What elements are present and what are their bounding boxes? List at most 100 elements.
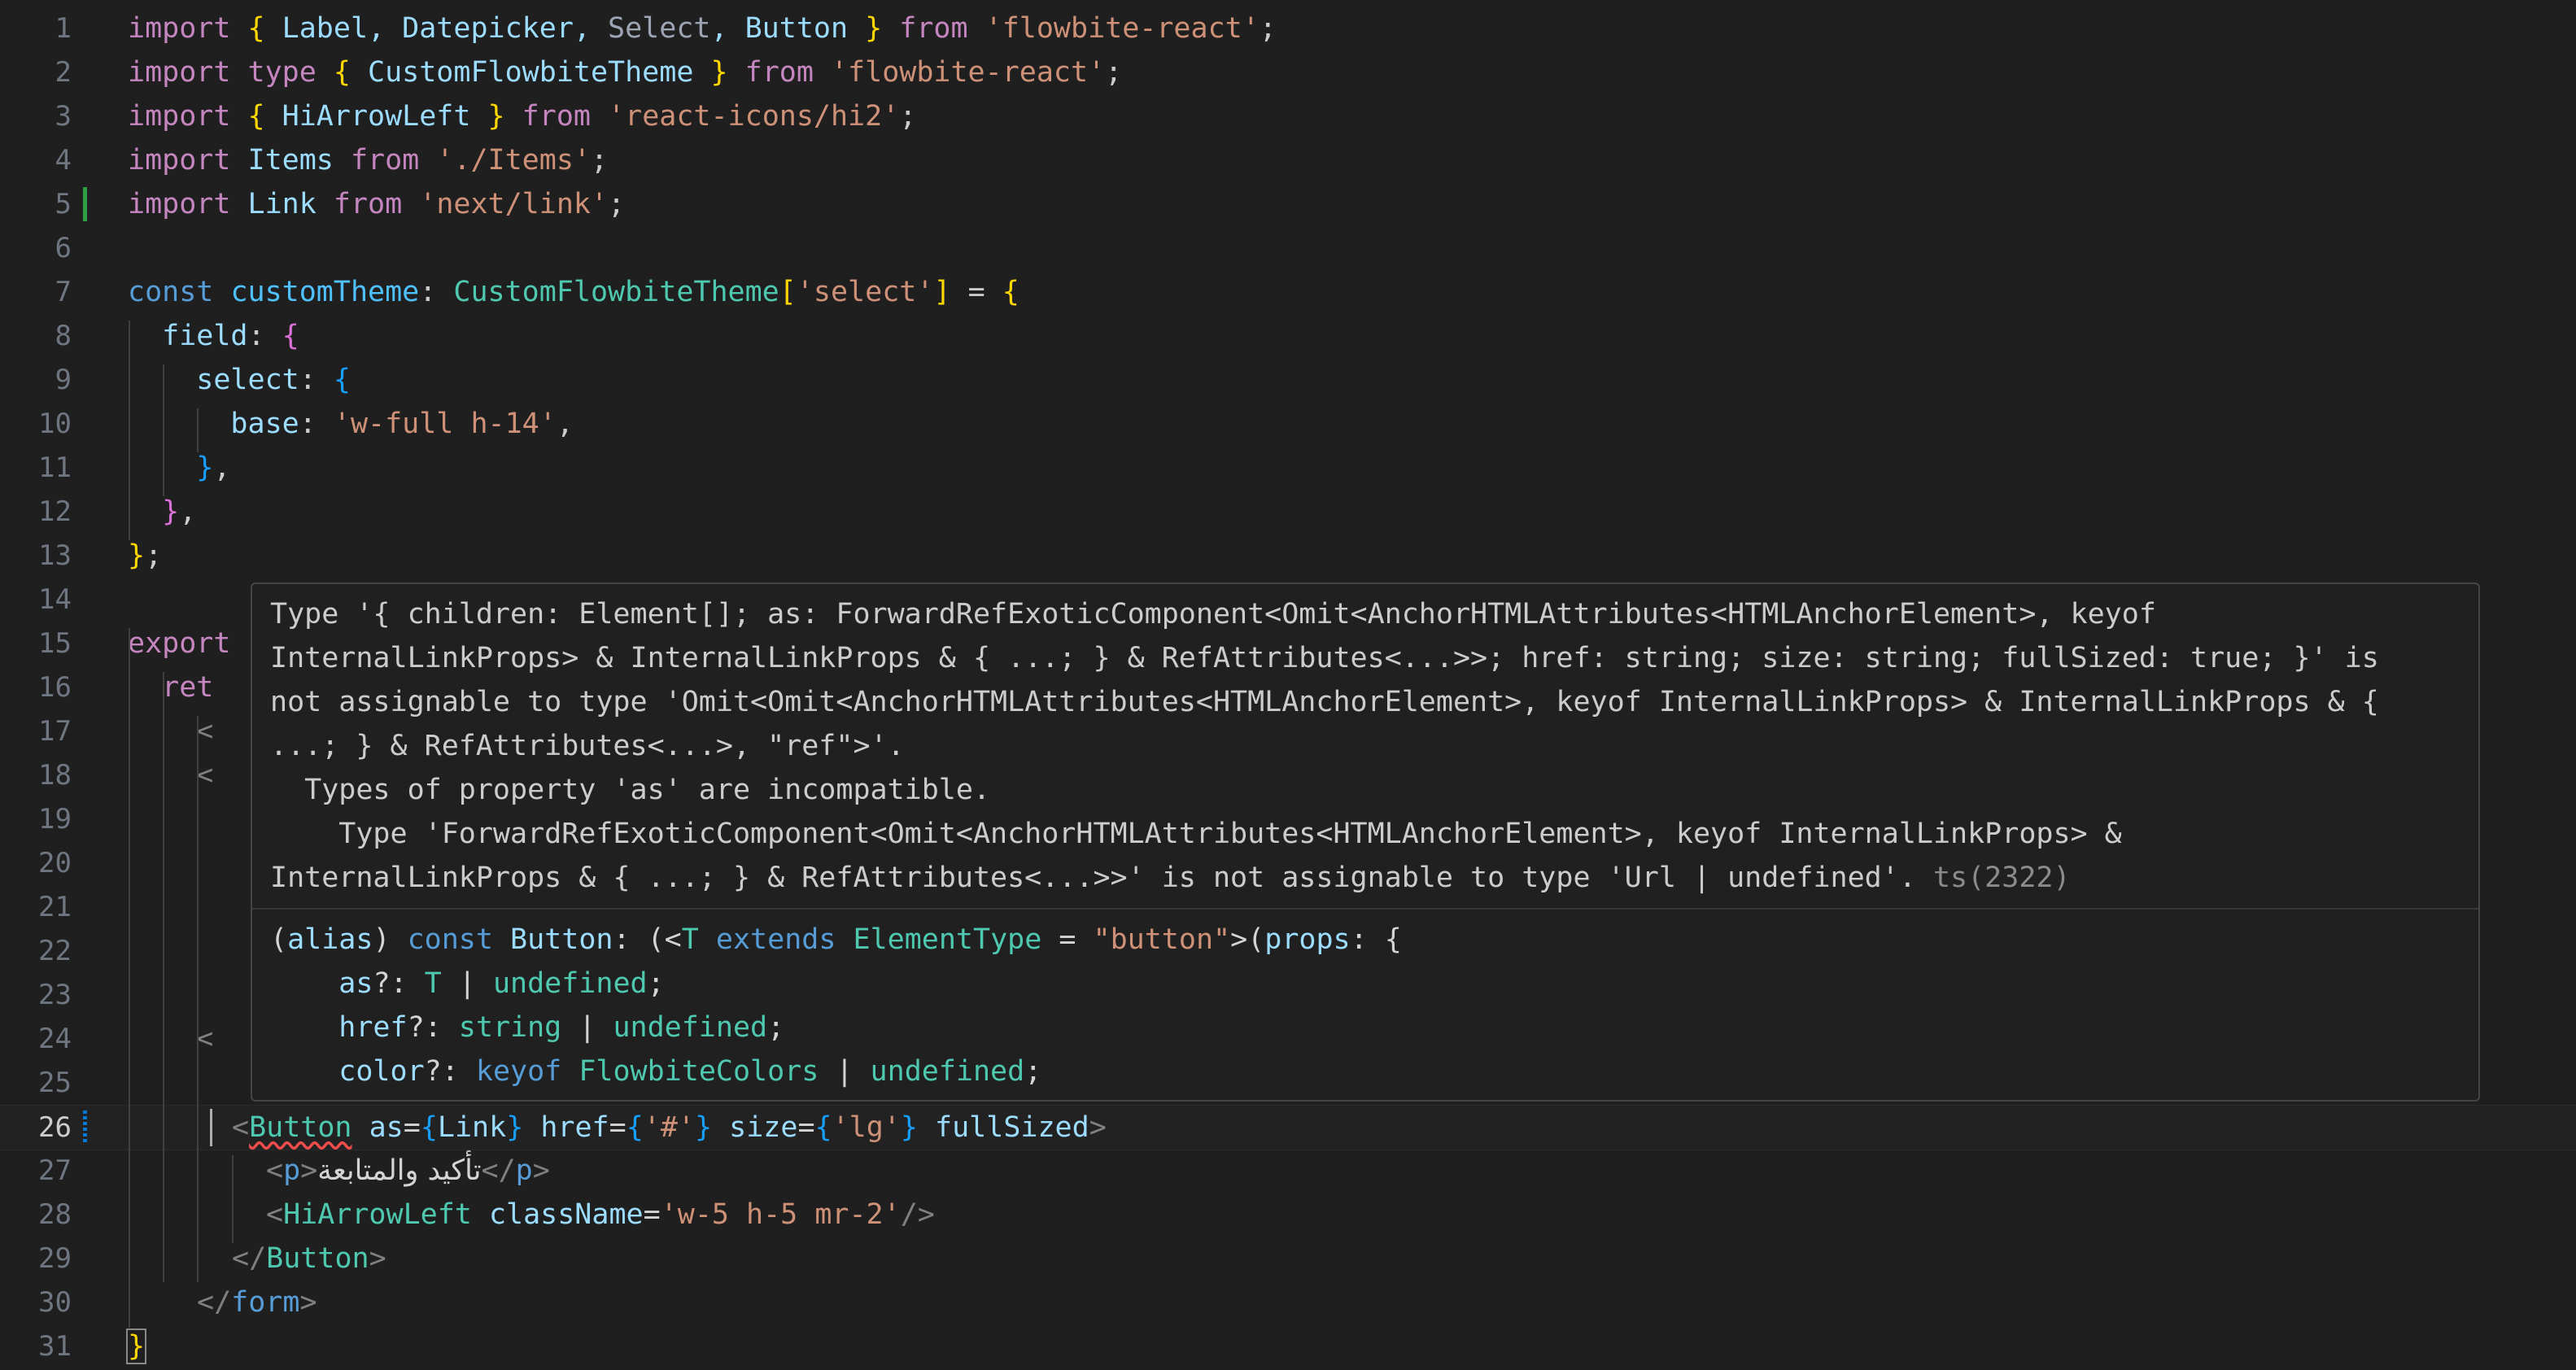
indent-guide	[197, 408, 199, 452]
code-line[interactable]: 10 base: 'w-full h-14',	[0, 402, 2576, 446]
error-message-line: Type '{ children: Element[]; as: Forward…	[270, 598, 2156, 630]
error-message-line: InternalLinkProps> & InternalLinkProps &…	[270, 642, 2379, 674]
indent-guide	[163, 672, 164, 1282]
hover-error-section: Type '{ children: Element[]; as: Forward…	[252, 584, 2478, 908]
line-number: 21	[38, 891, 72, 923]
line-number: 17	[38, 715, 72, 748]
git-added-marker[interactable]	[83, 187, 87, 221]
line-number: 14	[38, 583, 72, 616]
line-number: 12	[38, 495, 72, 528]
line-number: 28	[38, 1198, 72, 1231]
code-text[interactable]: import { Label, Datepicker, Select, Butt…	[128, 7, 1277, 50]
code-line[interactable]: 1 import { Label, Datepicker, Select, Bu…	[0, 7, 2576, 50]
code-text[interactable]: base: 'w-full h-14',	[128, 402, 573, 446]
line-number: 24	[38, 1023, 72, 1055]
code-text[interactable]: </Button>	[232, 1237, 386, 1281]
code-text[interactable]: <HiArrowLeft className='w-5 h-5 mr-2'/>	[266, 1193, 935, 1237]
code-line[interactable]: 4 import Items from './Items';	[0, 138, 2576, 182]
line-number: 11	[38, 452, 72, 484]
git-modified-marker[interactable]	[83, 1110, 87, 1145]
code-text[interactable]: <	[128, 753, 213, 797]
line-number: 7	[55, 276, 72, 308]
indent-guide	[163, 364, 164, 496]
line-number: 9	[55, 364, 72, 396]
code-line[interactable]: 29 </Button>	[0, 1237, 2576, 1281]
text-cursor	[210, 1109, 212, 1146]
code-text[interactable]: select: {	[128, 358, 351, 402]
code-line[interactable]: 5 import Link from 'next/link';	[0, 182, 2576, 226]
code-line[interactable]: 6	[0, 226, 2576, 270]
code-line[interactable]: 12 },	[0, 490, 2576, 534]
line-number: 22	[38, 935, 72, 967]
code-text[interactable]: </form>	[197, 1281, 317, 1324]
indent-guide	[129, 628, 130, 1328]
code-text[interactable]: field: {	[128, 314, 299, 358]
code-text[interactable]: }	[125, 1324, 147, 1368]
line-number: 27	[38, 1154, 72, 1187]
code-text[interactable]: <	[128, 1017, 213, 1061]
line-number: 23	[38, 979, 72, 1011]
error-message-line: Types of property 'as' are incompatible.	[270, 774, 991, 806]
code-line[interactable]: 11 },	[0, 446, 2576, 490]
line-number: 31	[38, 1330, 72, 1363]
line-number: 29	[38, 1242, 72, 1275]
signature-line: as?: T | undefined;	[270, 967, 665, 1000]
error-message-line: ...; } & RefAttributes<...>, "ref">'.	[270, 730, 905, 762]
code-text[interactable]: <p>تأكيد والمتابعة</p>	[266, 1149, 550, 1193]
code-line[interactable]: 13 };	[0, 534, 2576, 578]
code-line[interactable]: 27 <p>تأكيد والمتابعة</p>	[0, 1149, 2576, 1193]
hover-separator	[252, 908, 2478, 910]
code-line[interactable]: 30 </form>	[0, 1281, 2576, 1324]
line-number: 13	[38, 539, 72, 572]
line-number: 10	[38, 408, 72, 440]
line-number: 20	[38, 847, 72, 879]
code-text[interactable]: };	[128, 534, 162, 578]
error-message-line: Type 'ForwardRefExoticComponent<Omit<Anc…	[270, 818, 2122, 850]
code-line[interactable]: 8 field: {	[0, 314, 2576, 358]
code-text[interactable]: <Button as={Link} href={'#'} size={'lg'}…	[232, 1106, 1107, 1150]
error-code[interactable]: ts(2322)	[1933, 862, 2071, 894]
signature-line: color?: keyof FlowbiteColors | undefined…	[270, 1055, 1042, 1088]
line-number: 4	[55, 144, 72, 177]
line-number: 19	[38, 803, 72, 836]
indent-guide	[129, 321, 130, 540]
code-line[interactable]: 2 import type { CustomFlowbiteTheme } fr…	[0, 50, 2576, 94]
error-message-line: not assignable to type 'Omit<Omit<Anchor…	[270, 686, 2379, 718]
error-message-line: InternalLinkProps & { ...; } & RefAttrib…	[270, 862, 2071, 894]
code-text[interactable]: import Items from './Items';	[128, 138, 608, 182]
error-squiggle: Button	[249, 1111, 352, 1144]
code-text[interactable]: import Link from 'next/link';	[128, 182, 625, 226]
code-text[interactable]: const customTheme: CustomFlowbiteTheme['…	[128, 270, 1019, 314]
code-text[interactable]: },	[128, 490, 196, 534]
line-number: 16	[38, 671, 72, 704]
line-number: 1	[55, 12, 72, 45]
code-line-current[interactable]: 26 <Button as={Link} href={'#'} size={'l…	[0, 1105, 2576, 1150]
code-line[interactable]: 3 import { HiArrowLeft } from 'react-ico…	[0, 94, 2576, 138]
line-number: 3	[55, 100, 72, 133]
code-text[interactable]: ret	[128, 665, 213, 709]
line-number: 26	[38, 1111, 72, 1144]
code-text[interactable]: import type { CustomFlowbiteTheme } from…	[128, 50, 1122, 94]
line-number: 5	[55, 188, 72, 220]
line-number: 25	[38, 1067, 72, 1099]
code-line[interactable]: 7 const customTheme: CustomFlowbiteTheme…	[0, 270, 2576, 314]
code-text[interactable]: import { HiArrowLeft } from 'react-icons…	[128, 94, 916, 138]
line-number: 30	[38, 1286, 72, 1319]
signature-line: (alias) const Button: (<T extends Elemen…	[270, 923, 1402, 956]
line-number: 2	[55, 56, 72, 89]
code-editor[interactable]: 1 import { Label, Datepicker, Select, Bu…	[0, 0, 2576, 1370]
line-number: 6	[55, 232, 72, 264]
code-line[interactable]: 28 <HiArrowLeft className='w-5 h-5 mr-2'…	[0, 1193, 2576, 1237]
code-line[interactable]: 31 }	[0, 1324, 2576, 1368]
signature-line: href?: string | undefined;	[270, 1011, 785, 1044]
indent-guide	[232, 1155, 234, 1243]
line-number: 18	[38, 759, 72, 792]
code-text[interactable]: export	[128, 622, 230, 665]
line-number: 15	[38, 627, 72, 660]
indent-guide	[197, 716, 199, 1282]
code-text[interactable]: },	[128, 446, 230, 490]
code-line[interactable]: 9 select: {	[0, 358, 2576, 402]
hover-tooltip[interactable]: Type '{ children: Element[]; as: Forward…	[251, 582, 2480, 1102]
code-text[interactable]: <	[128, 709, 213, 753]
line-number: 8	[55, 320, 72, 352]
